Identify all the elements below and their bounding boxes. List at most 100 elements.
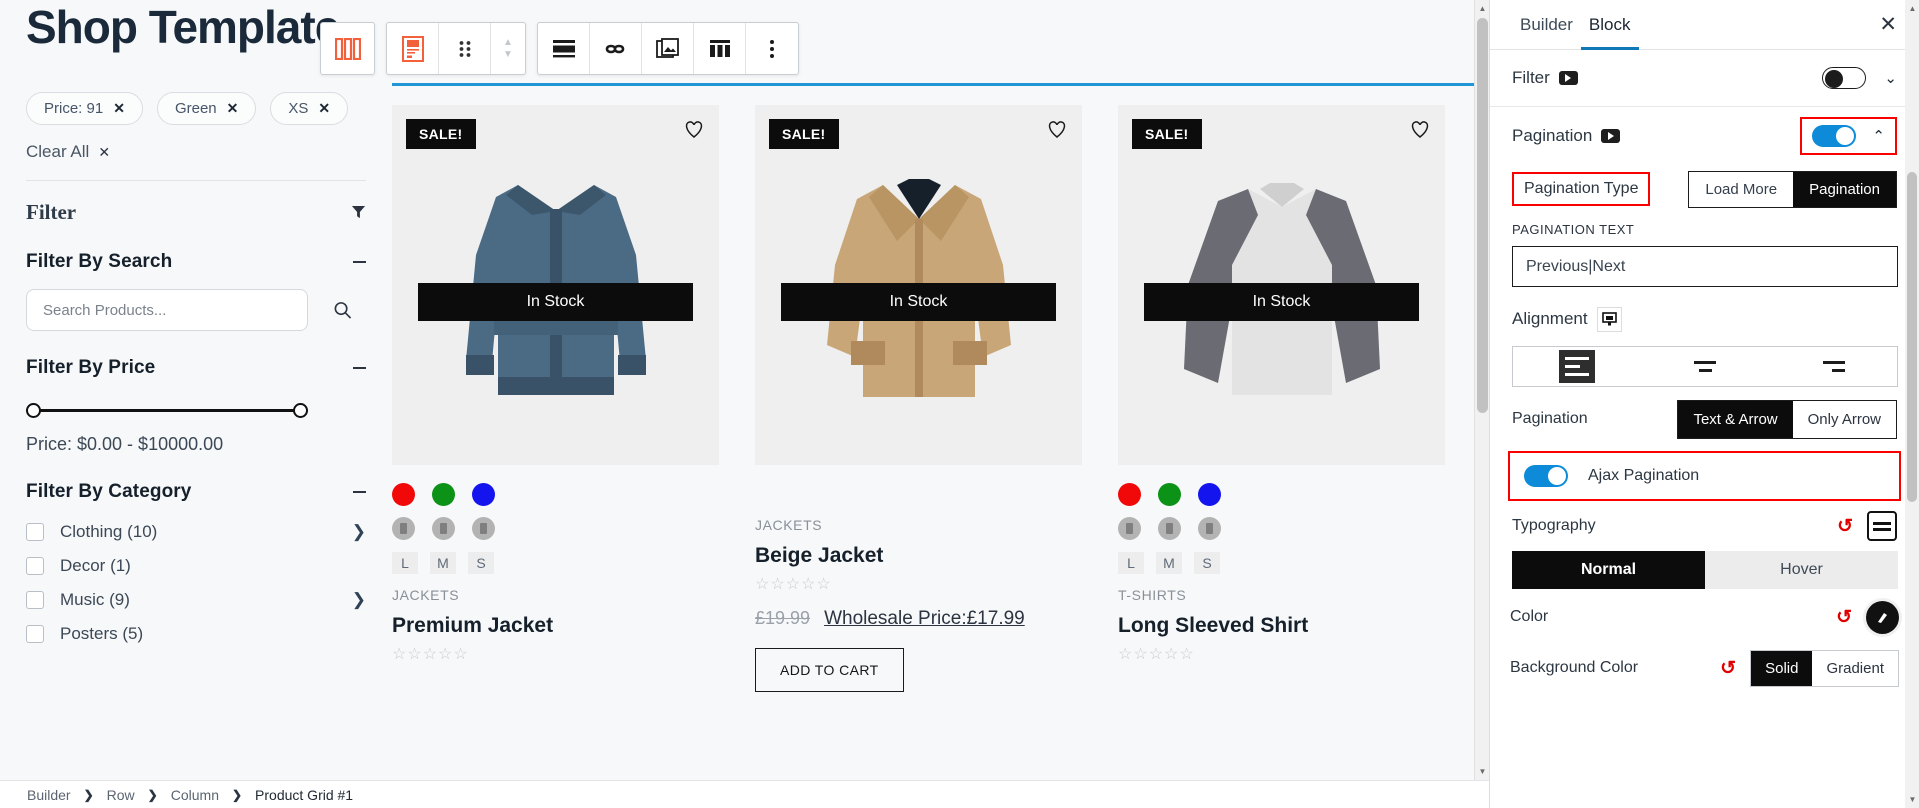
filter-toggle[interactable]: [1822, 67, 1867, 89]
heart-icon[interactable]: [683, 119, 705, 139]
product-card[interactable]: SALE! In Stock JACKETS Beige Jacket ☆☆☆☆…: [755, 105, 1082, 692]
product-card[interactable]: SALE! In Stock: [392, 105, 719, 692]
layout-stack-icon[interactable]: [538, 23, 590, 74]
color-swatch-blue[interactable]: [472, 483, 495, 506]
color-swatch-green[interactable]: [1158, 483, 1181, 506]
close-icon[interactable]: ✕: [1879, 14, 1897, 35]
image-swatch[interactable]: [392, 517, 415, 540]
size-option[interactable]: L: [392, 552, 418, 574]
product-title[interactable]: Premium Jacket: [392, 614, 719, 638]
color-picker-icon[interactable]: [1866, 600, 1899, 634]
background-type-gradient[interactable]: Gradient: [1812, 650, 1898, 686]
reset-icon[interactable]: ↺: [1836, 606, 1852, 629]
filter-chip[interactable]: XS ✕: [270, 92, 349, 125]
size-option[interactable]: M: [430, 552, 456, 574]
background-type-solid[interactable]: Solid: [1751, 650, 1813, 686]
slider-handle-max[interactable]: [293, 403, 308, 418]
pagination-type-load-more[interactable]: Load More: [1689, 171, 1794, 207]
product-image[interactable]: SALE! In Stock: [392, 105, 719, 465]
more-vertical-icon[interactable]: [746, 23, 798, 74]
image-swatch[interactable]: [1158, 517, 1181, 540]
panel-scroll-thumb[interactable]: [1907, 172, 1917, 502]
drag-handle-icon[interactable]: [439, 23, 491, 74]
widget-grid-icon[interactable]: [694, 23, 746, 74]
canvas-scrollbar[interactable]: ▲ ▼: [1474, 0, 1489, 780]
filter-chip[interactable]: Green ✕: [156, 92, 257, 125]
link-infinity-icon[interactable]: [590, 23, 642, 74]
duplicate-image-icon[interactable]: [642, 23, 694, 74]
filter-chip[interactable]: Price: 91 ✕: [26, 92, 143, 125]
chevron-down-icon[interactable]: ▼: [503, 49, 513, 59]
category-checkbox[interactable]: [26, 557, 44, 575]
chevron-right-icon[interactable]: ❯: [352, 590, 366, 610]
close-icon[interactable]: ✕: [318, 100, 330, 117]
close-icon[interactable]: ✕: [113, 100, 125, 117]
color-swatch-red[interactable]: [1118, 483, 1141, 506]
slider-handle-min[interactable]: [26, 403, 41, 418]
panel-scrollbar[interactable]: ▲ ▼: [1905, 0, 1919, 808]
ajax-pagination-toggle[interactable]: [1524, 465, 1568, 487]
size-option[interactable]: M: [1156, 552, 1182, 574]
section-header[interactable]: Filter By Price: [26, 357, 366, 379]
price-range-slider[interactable]: [26, 403, 308, 418]
chevron-up-icon[interactable]: ⌃: [1872, 127, 1885, 145]
canvas-scroll-thumb[interactable]: [1477, 18, 1488, 413]
product-title[interactable]: Long Sleeved Shirt: [1118, 614, 1445, 638]
image-swatch[interactable]: [432, 517, 455, 540]
align-right-button[interactable]: [1769, 347, 1897, 386]
color-swatch-red[interactable]: [392, 483, 415, 506]
minus-icon[interactable]: [353, 491, 366, 493]
pagination-style-only-arrow[interactable]: Only Arrow: [1792, 400, 1896, 438]
search-button[interactable]: [333, 301, 352, 320]
state-tab-normal[interactable]: Normal: [1512, 551, 1705, 589]
category-checkbox[interactable]: [26, 523, 44, 541]
scroll-down-icon[interactable]: ▼: [1475, 763, 1489, 780]
video-tutorial-icon[interactable]: [1601, 128, 1621, 143]
category-checkbox[interactable]: [26, 591, 44, 609]
image-swatch[interactable]: [472, 517, 495, 540]
heart-icon[interactable]: [1046, 119, 1068, 139]
section-header[interactable]: Filter By Category: [26, 481, 366, 503]
tab-builder[interactable]: Builder: [1512, 0, 1581, 50]
breadcrumb-item-row[interactable]: Row: [107, 787, 135, 803]
scroll-up-icon[interactable]: ▲: [1905, 0, 1919, 17]
state-tab-hover[interactable]: Hover: [1705, 551, 1898, 589]
product-card-icon[interactable]: [387, 23, 439, 74]
breadcrumb-item-product-grid[interactable]: Product Grid #1: [255, 787, 353, 803]
reset-icon[interactable]: ↺: [1837, 515, 1853, 538]
add-to-cart-button[interactable]: ADD TO CART: [755, 648, 904, 692]
section-header[interactable]: Filter By Search: [26, 251, 366, 273]
image-swatch[interactable]: [1118, 517, 1141, 540]
align-center-button[interactable]: [1641, 347, 1769, 386]
color-swatch-green[interactable]: [432, 483, 455, 506]
reset-icon[interactable]: ↺: [1720, 657, 1736, 680]
pagination-text-input[interactable]: [1512, 246, 1898, 287]
chevron-up-icon[interactable]: ▲: [503, 37, 513, 47]
color-swatch-blue[interactable]: [1198, 483, 1221, 506]
breadcrumb-item-builder[interactable]: Builder: [27, 787, 71, 803]
category-list-item[interactable]: Clothing (10) ❯: [26, 515, 366, 549]
clear-all-button[interactable]: Clear All ✕: [26, 142, 366, 162]
category-list-item[interactable]: Decor (1): [26, 549, 366, 583]
pagination-type-pagination[interactable]: Pagination: [1793, 171, 1896, 207]
pagination-toggle[interactable]: [1812, 124, 1857, 147]
breadcrumb-item-column[interactable]: Column: [171, 787, 219, 803]
size-option[interactable]: S: [468, 552, 494, 574]
size-option[interactable]: S: [1194, 552, 1220, 574]
category-list-item[interactable]: Posters (5): [26, 617, 366, 651]
tab-block[interactable]: Block: [1581, 0, 1639, 50]
product-card[interactable]: SALE! In Stock: [1118, 105, 1445, 692]
minus-icon[interactable]: [353, 261, 366, 263]
size-option[interactable]: L: [1118, 552, 1144, 574]
align-left-button[interactable]: [1513, 347, 1641, 386]
product-title[interactable]: Beige Jacket: [755, 544, 1082, 568]
funnel-icon[interactable]: [351, 205, 366, 220]
scroll-down-icon[interactable]: ▼: [1905, 791, 1919, 808]
scroll-up-icon[interactable]: ▲: [1475, 0, 1489, 17]
category-checkbox[interactable]: [26, 625, 44, 643]
chevron-down-icon[interactable]: ⌄: [1884, 69, 1897, 87]
columns-icon[interactable]: [321, 23, 374, 74]
pagination-style-text-arrow[interactable]: Text & Arrow: [1678, 400, 1793, 438]
image-swatch[interactable]: [1198, 517, 1221, 540]
typography-settings-icon[interactable]: [1867, 511, 1897, 541]
